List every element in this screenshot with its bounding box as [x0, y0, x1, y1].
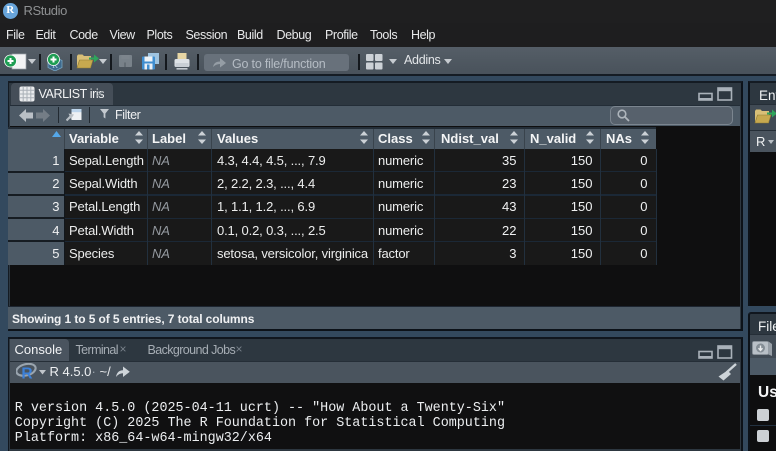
svg-text:R: R: [21, 365, 32, 381]
